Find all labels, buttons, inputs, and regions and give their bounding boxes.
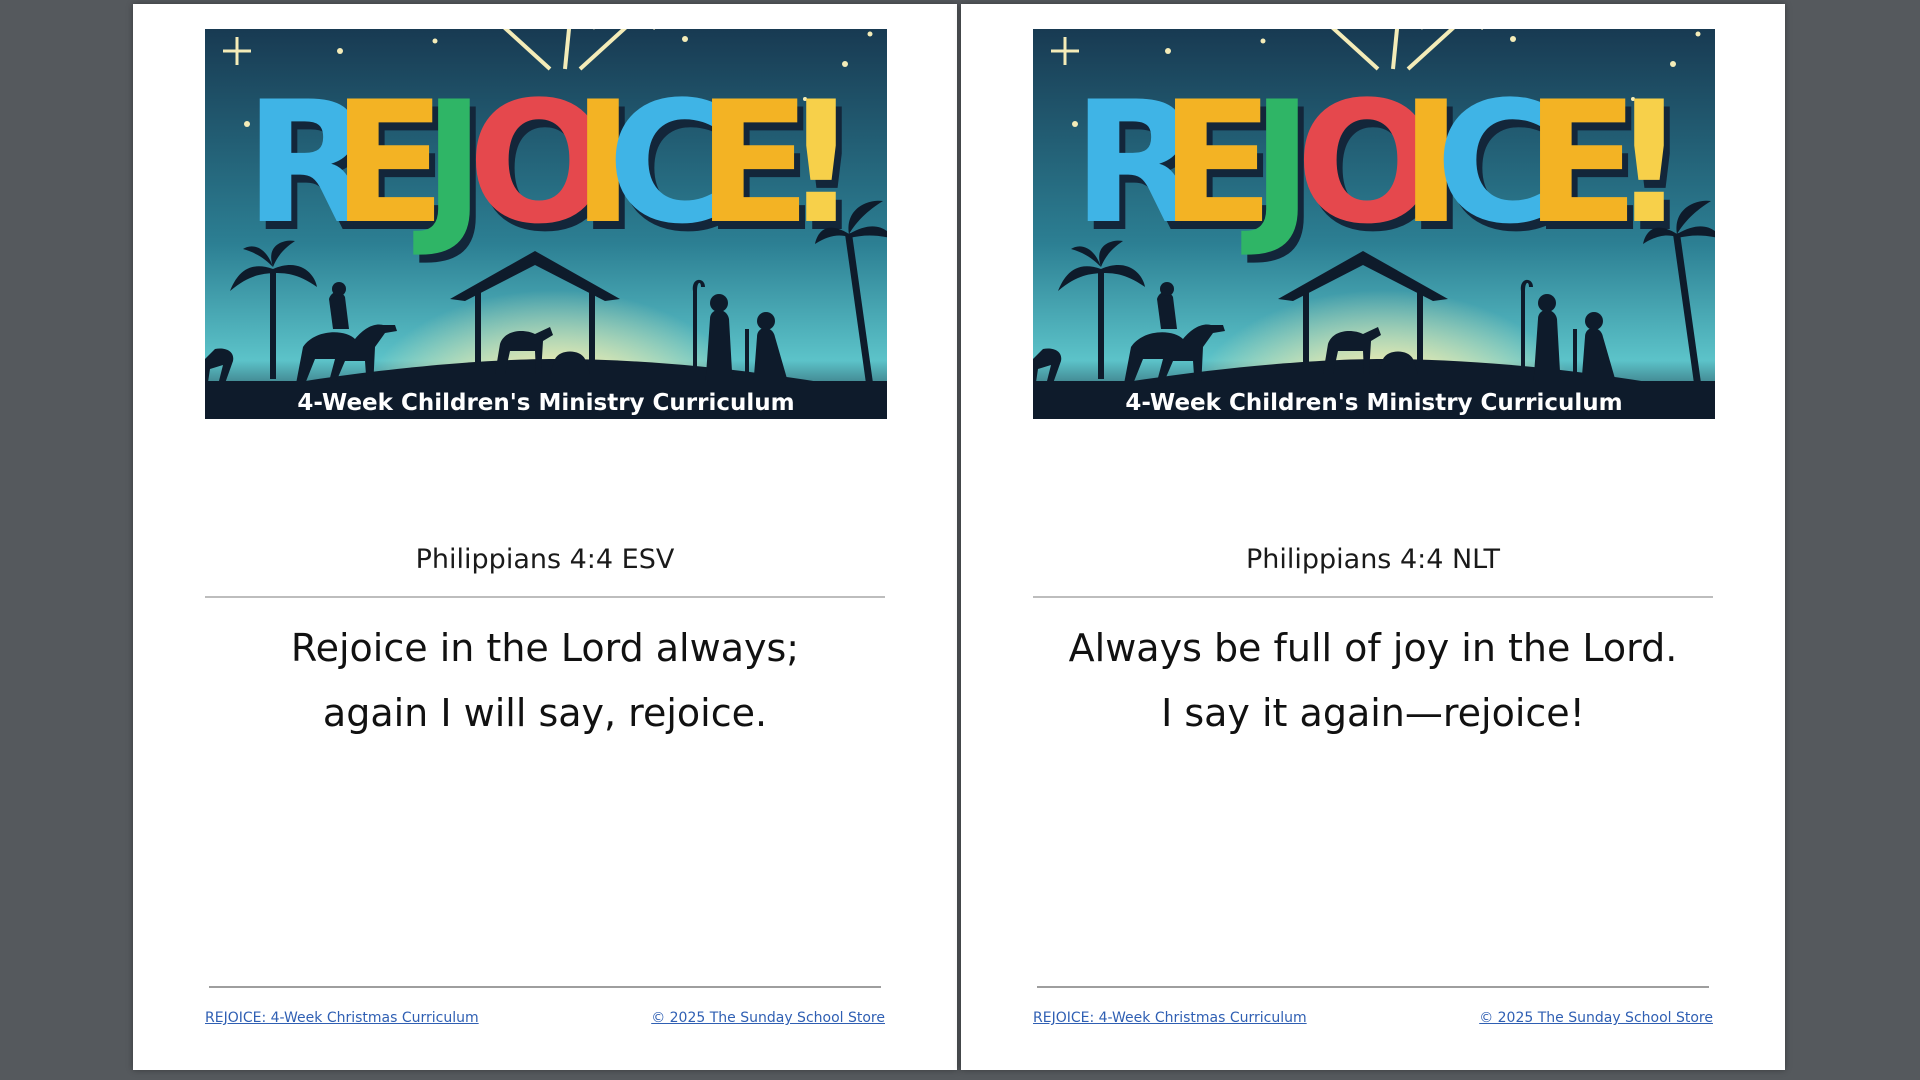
verse-text: Always be full of joy in the Lord. I say…	[1033, 616, 1713, 746]
rejoice-title: REJ OIC E! R E J O I C E !	[244, 65, 865, 269]
divider	[1033, 596, 1713, 598]
verse-line: Always be full of joy in the Lord.	[1068, 626, 1678, 670]
banner-art: REJ OIC E! R E J O I C E ! 4-Week Childr…	[1033, 29, 1715, 419]
banner-image: REJ OIC E! R E J O I C E ! 4-Week Childr…	[1033, 29, 1715, 419]
svg-text:!: !	[1611, 65, 1688, 261]
footer-divider	[1037, 986, 1709, 988]
banner-image: REJ OIC E! R E J O I C E ! 4-Week Childr…	[205, 29, 887, 419]
footer-copyright-link[interactable]: © 2025 The Sunday School Store	[1479, 1010, 1713, 1026]
rejoice-title: REJ OIC E! R E J O I C E !	[1072, 65, 1693, 269]
divider	[205, 596, 885, 598]
banner-subtitle: 4-Week Children's Ministry Curriculum	[297, 390, 794, 416]
footer-curriculum-link[interactable]: REJOICE: 4-Week Christmas Curriculum	[205, 1010, 479, 1026]
page-right: REJ OIC E! R E J O I C E ! 4-Week Childr…	[961, 4, 1785, 1070]
verse-line: again I will say, rejoice.	[322, 691, 768, 735]
page-left: REJ OIC E! R E J O I C E ! 4-Week Childr…	[133, 4, 957, 1070]
banner-subtitle: 4-Week Children's Ministry Curriculum	[1125, 390, 1622, 416]
verse-reference: Philippians 4:4 ESV	[415, 544, 675, 575]
banner-art: REJ OIC E! R E J O I C E ! 4-Week Childr…	[205, 29, 887, 419]
verse-reference: Philippians 4:4 NLT	[1245, 544, 1501, 575]
verse-text: Rejoice in the Lord always; again I will…	[205, 616, 885, 746]
svg-text:!: !	[783, 65, 860, 261]
footer-divider	[209, 986, 881, 988]
footer-curriculum-link[interactable]: REJOICE: 4-Week Christmas Curriculum	[1033, 1010, 1307, 1026]
verse-line: I say it again—rejoice!	[1161, 691, 1585, 735]
verse-line: Rejoice in the Lord always;	[290, 626, 800, 670]
footer-copyright-link[interactable]: © 2025 The Sunday School Store	[651, 1010, 885, 1026]
